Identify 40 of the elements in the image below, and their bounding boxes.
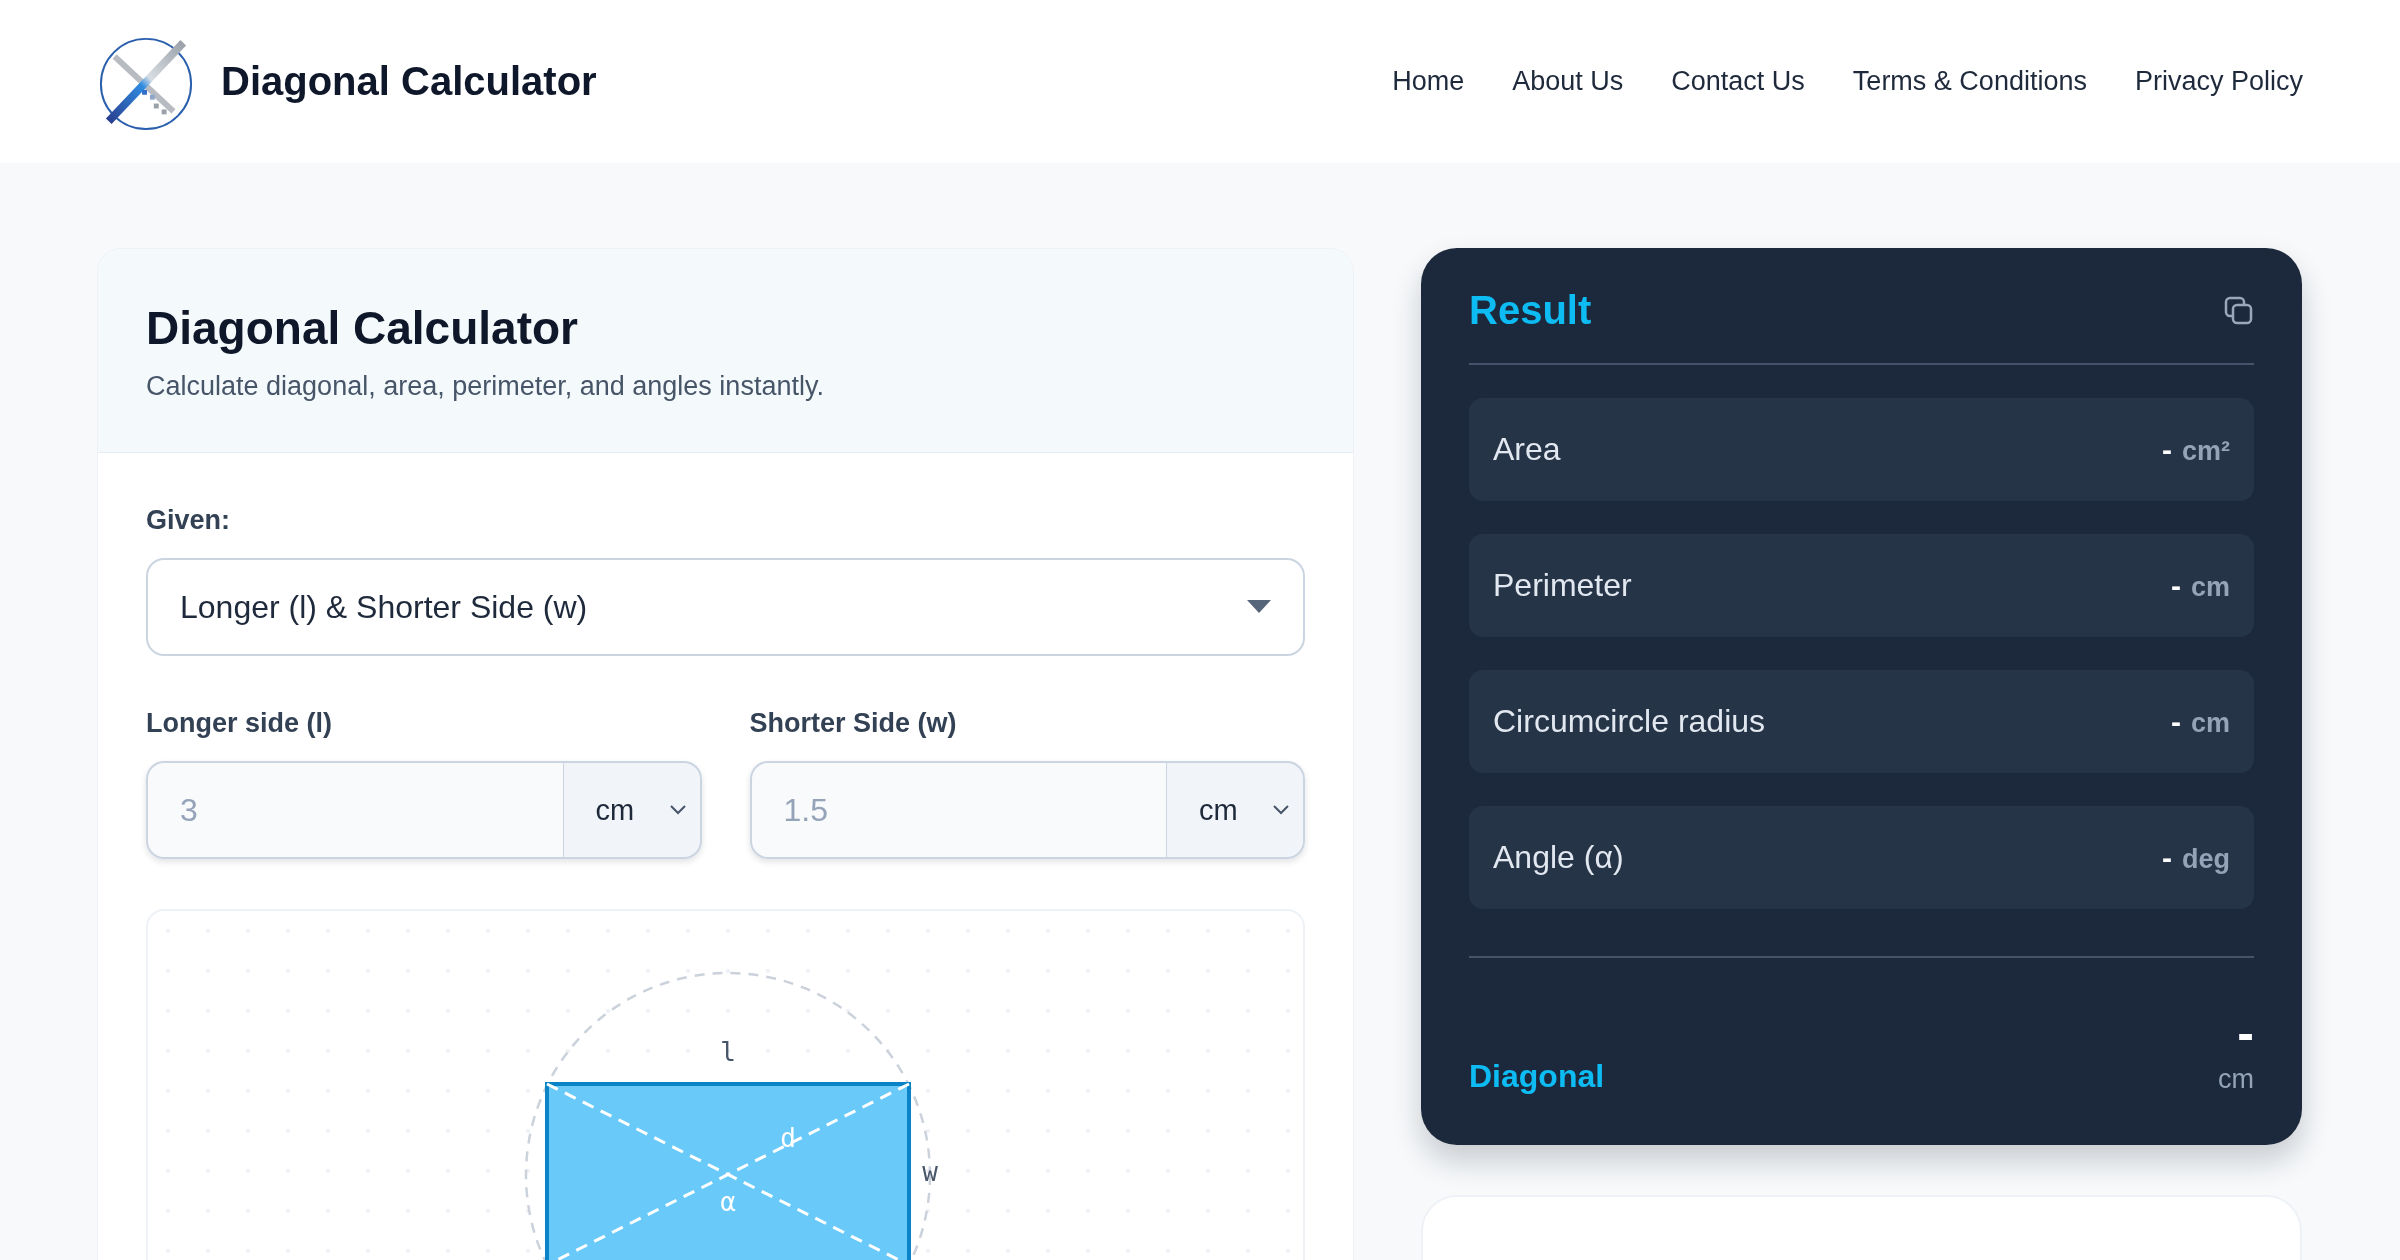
copy-icon[interactable] <box>2224 295 2254 326</box>
result-unit: cm <box>2190 707 2230 739</box>
calculator-title: Diagonal Calculator <box>146 301 579 355</box>
input-field[interactable]: 1.5 <box>749 761 1167 859</box>
result-title: Result <box>1469 288 1592 333</box>
width-label: w <box>922 1157 938 1187</box>
input-field[interactable]: 3 <box>146 761 564 859</box>
result-unit: cm <box>2190 571 2230 603</box>
nav-link[interactable]: Terms & Conditions <box>1852 66 2087 97</box>
result-label: Circumcircle radius <box>1493 703 1766 740</box>
result-unit: deg <box>2182 843 2230 875</box>
diagonal-value: - <box>2237 1008 2254 1058</box>
field-label: Given: <box>146 505 232 536</box>
given-dropdown[interactable]: Longer (l) & Shorter Side (w) <box>146 558 1305 656</box>
chevron-icon <box>1273 805 1289 815</box>
field-label: Longer side (l) <box>146 708 333 739</box>
site-title: Diagonal Calculator <box>221 59 597 104</box>
nav-link[interactable]: Home <box>1392 66 1465 97</box>
unit-dropdown[interactable]: cm <box>1167 761 1305 859</box>
caret-icon <box>1247 600 1271 614</box>
result-label: Perimeter <box>1493 567 1632 604</box>
result-label: Angle (α) <box>1493 839 1624 876</box>
length-label: l <box>720 1037 736 1067</box>
nav-link[interactable]: Privacy Policy <box>2134 66 2303 97</box>
chevron-icon <box>669 805 686 815</box>
nav-link[interactable]: About Us <box>1512 66 1624 97</box>
result-value: - <box>2162 840 2172 875</box>
angle-label: α <box>720 1187 736 1217</box>
diagonal-title: Diagonal <box>1469 1058 1605 1095</box>
result-value: - <box>2170 704 2181 739</box>
diagonal-unit: cm <box>2218 1064 2254 1095</box>
nav-link[interactable]: Contact Us <box>1671 66 1805 97</box>
result-unit: cm² <box>2182 435 2230 467</box>
result-label: Area <box>1493 431 1561 468</box>
result-value: - <box>2162 432 2172 467</box>
result-value: - <box>2170 568 2181 603</box>
diagonal-label: d <box>780 1123 796 1153</box>
field-label: Shorter Side (w) <box>749 708 958 739</box>
calculator-subtitle: Calculate diagonal, area, perimeter, and angles instantly. <box>146 371 825 402</box>
unit-dropdown[interactable]: cm <box>563 761 702 859</box>
